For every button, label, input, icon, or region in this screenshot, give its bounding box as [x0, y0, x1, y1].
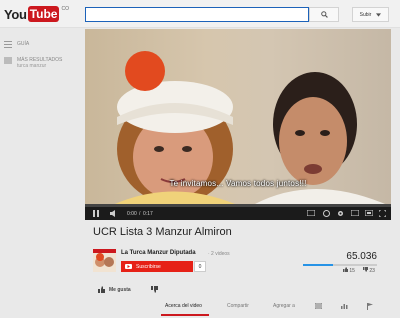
menu-icon — [4, 41, 12, 48]
guide-item-more-results[interactable]: MÁS RESULTADOS turca manzur — [4, 57, 62, 69]
like-ratio-fill — [303, 264, 333, 266]
video-frame — [85, 29, 391, 204]
video-frame-image — [115, 51, 385, 204]
logo-you-text: You — [4, 6, 27, 22]
video-player[interactable]: Te invitamos... Vamos todos juntos!!! 0:… — [85, 29, 391, 220]
video-subtitle: Te invitamos... Vamos todos juntos!!! — [169, 179, 307, 188]
search-button[interactable] — [309, 7, 339, 22]
large-player-icon[interactable] — [365, 210, 373, 216]
channel-avatar[interactable] — [93, 249, 116, 272]
subscribe-label: Suscribirse — [136, 263, 161, 270]
tab-add-to[interactable]: Agregar a — [273, 303, 295, 309]
upload-label: Subir — [359, 11, 372, 18]
thumbs-down-icon — [362, 267, 368, 272]
like-count-group: 15 — [343, 267, 355, 274]
tab-share[interactable]: Compartir — [227, 303, 249, 309]
time-current: 0:00 — [127, 211, 137, 217]
channel-row: La Turca Manzur Diputada · 2 videos Susc… — [93, 249, 391, 277]
video-title: UCR Lista 3 Manzur Almiron — [93, 226, 232, 238]
gear-icon[interactable] — [337, 210, 344, 217]
view-count: 65.036 — [346, 251, 377, 262]
logo-tube-text: Tube — [27, 6, 60, 22]
thumbs-up-icon — [98, 286, 105, 293]
guide-label: GUÍA — [17, 41, 30, 47]
upload-button[interactable]: Subir — [352, 7, 389, 22]
channel-name-link[interactable]: La Turca Manzur Diputada — [121, 250, 196, 256]
youtube-watch-page: You Tube CO Subir GUÍA MÁS RESULTADOS tu… — [0, 0, 400, 318]
like-count: 15 — [349, 268, 355, 274]
fullscreen-icon[interactable] — [379, 210, 386, 217]
like-stats: 15 23 — [343, 267, 375, 274]
dislike-button[interactable] — [151, 286, 158, 295]
chevron-down-icon — [376, 12, 382, 17]
avatar-image — [93, 249, 116, 272]
like-dislike-bar — [303, 264, 377, 266]
subscriber-count: 0 — [194, 261, 206, 272]
channel-thumbnail-icon — [4, 57, 12, 64]
youtube-logo[interactable]: You Tube CO — [4, 6, 69, 22]
thumbs-up-icon — [343, 267, 348, 272]
pause-icon[interactable] — [93, 210, 99, 217]
statistics-icon[interactable] — [341, 303, 348, 309]
small-player-icon[interactable] — [351, 210, 359, 216]
like-button[interactable]: Me gusta — [98, 286, 131, 293]
tab-about[interactable]: Acerca del video — [165, 303, 202, 309]
dislike-count: 23 — [369, 268, 375, 274]
watch-later-icon[interactable] — [323, 210, 330, 217]
active-tab-indicator — [161, 314, 209, 316]
time-total: 0:17 — [143, 211, 153, 217]
search-input[interactable] — [85, 7, 309, 22]
thumbs-down-icon — [151, 286, 158, 293]
masthead: You Tube CO Subir — [0, 0, 400, 28]
captions-icon[interactable] — [307, 210, 315, 216]
like-button-label: Me gusta — [109, 286, 131, 293]
progress-bar[interactable] — [85, 204, 391, 207]
dislike-count-group: 23 — [362, 267, 375, 274]
guide-toggle[interactable]: GUÍA — [4, 41, 29, 48]
volume-icon[interactable] — [110, 210, 117, 217]
transcript-icon[interactable] — [315, 303, 322, 309]
flag-icon[interactable] — [367, 303, 373, 310]
search-icon — [320, 11, 328, 18]
logo-country-code: CO — [61, 6, 69, 12]
guide-sidebar: GUÍA MÁS RESULTADOS turca manzur — [0, 29, 84, 318]
time-separator: / — [139, 211, 141, 217]
player-controls: 0:00 / 0:17 — [85, 204, 391, 220]
channel-video-count[interactable]: · 2 videos — [208, 251, 230, 257]
action-tabs: Acerca del video Compartir Agregar a — [93, 300, 391, 318]
action-row: Me gusta — [93, 283, 391, 297]
youtube-play-icon — [125, 264, 132, 269]
more-results-query: turca manzur — [17, 63, 47, 69]
subscribe-button[interactable]: Suscribirse — [121, 261, 193, 272]
